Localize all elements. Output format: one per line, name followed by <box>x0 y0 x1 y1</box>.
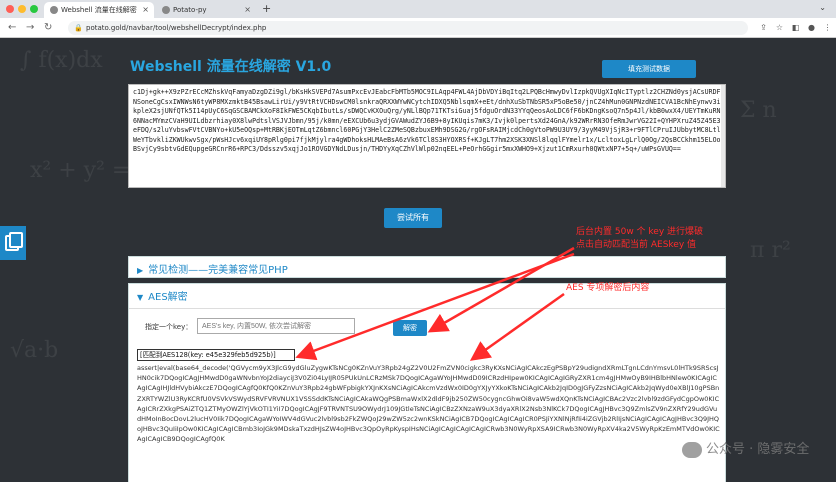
decrypted-output: assert|eval(base64_decode('QGVycm9yX3Jlc… <box>137 364 720 444</box>
divider <box>129 308 725 309</box>
lock-icon: 🔒 <box>74 24 83 32</box>
chalkboard-decoration: π r² <box>750 238 791 263</box>
panel-title: AES解密 <box>148 292 188 303</box>
browser-titlebar: Webshell 流量在线解密 × Potato-py × + ⌄ <box>0 0 836 18</box>
decrypt-button[interactable]: 解密 <box>393 320 427 336</box>
try-all-button[interactable]: 尝试所有 <box>384 208 442 228</box>
aes-key-input[interactable] <box>197 318 355 334</box>
extension-icon[interactable]: ◧ <box>790 22 801 33</box>
address-bar: ← → ↻ 🔒 potato.gold/navbar/tool/webshell… <box>0 18 836 38</box>
new-tab-icon[interactable]: + <box>262 2 271 16</box>
textarea-scrollbar[interactable] <box>721 85 725 187</box>
sidebar-copy-button[interactable] <box>0 226 26 260</box>
encrypted-traffic-text: c1Dj+gk++X9zPZrECcMZhskVqFamyaDzgDZi9gl/… <box>133 88 721 153</box>
forward-arrow-icon[interactable]: → <box>26 21 34 35</box>
url-text: potato.gold/navbar/tool/webshellDecrypt/… <box>86 24 267 32</box>
watermark-text: 公众号 · 隐雾安全 <box>706 442 810 457</box>
chalkboard-decoration: √a·b <box>10 338 59 363</box>
wechat-icon <box>682 441 702 458</box>
profile-icon[interactable]: ● <box>806 22 817 33</box>
tab-potato-py[interactable]: Potato-py × <box>156 2 256 18</box>
tab-title: Potato-py <box>173 6 207 14</box>
reload-icon[interactable]: ↻ <box>44 21 52 35</box>
share-icon[interactable]: ⇪ <box>758 22 769 33</box>
panel-header[interactable]: ▼ AES解密 <box>137 288 188 303</box>
encrypted-traffic-textarea[interactable]: c1Dj+gk++X9zPZrECcMZhskVqFamyaDzgDZi9gl/… <box>128 84 726 188</box>
caret-right-icon: ▶ <box>137 266 144 275</box>
panel-title: 常见检测——完美兼容常见PHP <box>148 265 288 276</box>
annotation-note-key-bruteforce: 后台内置 50w 个 key 进行爆破 点击自动匹配当前 AESkey 值 <box>576 227 704 250</box>
panel-header[interactable]: ▶ 常见检测——完美兼容常见PHP <box>137 261 288 276</box>
favicon-icon <box>50 6 58 14</box>
close-window-button[interactable] <box>6 5 14 13</box>
copy-icon <box>5 232 23 251</box>
annotation-note-decrypted: AES 专项解密后内容 <box>566 283 650 293</box>
close-tab-icon[interactable]: × <box>142 2 149 18</box>
maximize-window-button[interactable] <box>30 5 38 13</box>
tab-webshell-decrypt[interactable]: Webshell 流量在线解密 × <box>44 2 154 18</box>
tab-title: Webshell 流量在线解密 <box>61 6 137 14</box>
url-input[interactable]: 🔒 potato.gold/navbar/tool/webshellDecryp… <box>68 21 748 35</box>
panel-aes-decrypt: ▼ AES解密 指定一个key： 解密 [匹配到AES128(key: e45e3… <box>128 283 726 482</box>
watermark: 公众号 · 隐雾安全 <box>682 438 809 458</box>
key-label: 指定一个key： <box>145 323 193 331</box>
matched-key-result: [匹配到AES128(key: e45e329feb5d925b)] <box>137 349 295 361</box>
page-content: ∫ f(x)dx x² + y² = r² Σ n π r² √a·b Webs… <box>0 38 836 482</box>
panel-common-detection[interactable]: ▶ 常见检测——完美兼容常见PHP <box>128 256 726 278</box>
bookmark-star-icon[interactable]: ☆ <box>774 22 785 33</box>
menu-dots-icon[interactable]: ⋮ <box>822 22 833 33</box>
caret-down-icon: ▼ <box>137 293 144 302</box>
page-title: Webshell 流量在线解密 V1.0 <box>130 59 332 75</box>
chalkboard-decoration: Σ n <box>740 98 777 123</box>
minimize-window-button[interactable] <box>18 5 26 13</box>
back-arrow-icon[interactable]: ← <box>8 21 16 35</box>
favicon-icon <box>162 6 170 14</box>
fill-test-data-button[interactable]: 填充测试数据 <box>602 60 696 78</box>
chevron-down-icon[interactable]: ⌄ <box>819 3 826 12</box>
chalkboard-decoration: ∫ f(x)dx <box>20 48 103 73</box>
close-tab-icon[interactable]: × <box>244 2 251 18</box>
